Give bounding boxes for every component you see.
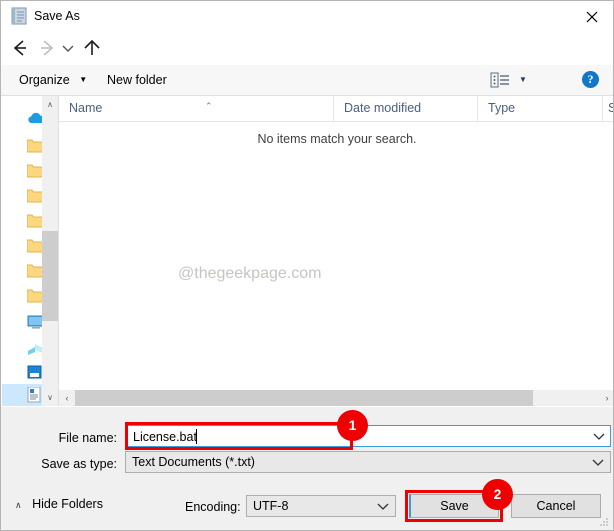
help-button[interactable]: ? [582, 71, 599, 88]
new-folder-label: New folder [107, 73, 167, 87]
folder-icon [26, 239, 42, 256]
chevron-up-icon: ∧ [15, 500, 22, 510]
up-arrow-icon[interactable] [79, 35, 105, 61]
horizontal-scrollbar-thumb[interactable] [75, 390, 533, 406]
sidebar-item-folder-2[interactable] [2, 161, 42, 183]
encoding-value: UTF-8 [253, 499, 289, 513]
hide-folders-button[interactable]: ∧ Hide Folders [15, 497, 103, 515]
save-button[interactable]: Save [409, 494, 499, 518]
encoding-label: Encoding: [185, 500, 241, 514]
sort-ascending-icon: ⌃ [205, 101, 213, 111]
monitor-icon [27, 315, 42, 333]
scroll-up-arrow-icon[interactable]: ∧ [42, 96, 58, 113]
file-name-field[interactable] [125, 425, 611, 448]
sidebar-item-this-pc[interactable] [2, 312, 42, 334]
window-title: Save As [34, 9, 80, 23]
hide-folders-label: Hide Folders [32, 497, 103, 511]
network-icon [27, 342, 42, 359]
sidebar-item-folder-5[interactable] [2, 236, 42, 258]
column-header-type[interactable]: Type [477, 96, 602, 121]
file-name-input[interactable] [131, 426, 575, 448]
navigation-pane [2, 96, 42, 406]
encoding-chevron-down-icon[interactable] [373, 496, 393, 516]
navigation-bar: « Documents › Test [1, 31, 613, 91]
folder-icon [26, 139, 42, 156]
sidebar-item-folder-1[interactable] [2, 136, 42, 158]
save-as-type-label: Save as type: [41, 457, 117, 471]
sidebar-item-onedrive[interactable] [2, 108, 42, 130]
file-name-label: File name: [58, 431, 117, 445]
resize-grip[interactable] [598, 516, 610, 528]
column-header-row: Name ⌃ Date modified Type Size [59, 96, 613, 122]
toolbar: Organize ▼ New folder ▼ ? [1, 65, 613, 96]
sidebar-item-documents[interactable] [2, 384, 42, 406]
back-arrow-icon[interactable] [7, 35, 33, 61]
file-list-pane: Name ⌃ Date modified Type Size No items … [58, 96, 613, 406]
folder-icon [26, 264, 42, 281]
chevron-down-icon: ▼ [79, 75, 88, 84]
sidebar-item-folder-7[interactable] [2, 286, 42, 308]
forward-arrow-icon[interactable] [34, 35, 60, 61]
folder-icon [26, 189, 42, 206]
document-icon [27, 386, 41, 406]
sidebar-item-folder-3[interactable] [2, 186, 42, 208]
folder-icon [26, 164, 42, 181]
sidebar-item-local-disk[interactable] [2, 362, 42, 384]
save-as-dialog: Save As Search Test Organize ▼ New folde… [0, 0, 614, 531]
scroll-left-arrow-icon[interactable]: ‹ [59, 390, 75, 406]
sidebar-item-folder-6[interactable] [2, 261, 42, 283]
empty-list-message: No items match your search. [257, 132, 417, 146]
encoding-dropdown[interactable]: UTF-8 [246, 495, 396, 517]
folder-icon [26, 214, 42, 231]
cloud-icon [27, 111, 42, 128]
file-list-horizontal-scrollbar[interactable]: ‹ › [59, 390, 613, 406]
save-as-type-value: Text Documents (*.txt) [132, 455, 255, 469]
sidebar-item-folder-4[interactable] [2, 211, 42, 233]
column-header-size[interactable]: Size [602, 96, 613, 121]
sidebar-scrollbar[interactable]: ∧ ∨ [42, 96, 58, 406]
scrollbar-thumb[interactable] [42, 231, 58, 321]
sidebar-item-network[interactable] [2, 339, 42, 361]
column-header-date-modified[interactable]: Date modified [333, 96, 477, 121]
watermark: @thegeekpage.com [178, 265, 322, 282]
view-details-icon[interactable] [488, 70, 512, 90]
save-as-type-dropdown[interactable]: Text Documents (*.txt) [125, 451, 611, 473]
text-cursor [196, 429, 197, 444]
file-name-chevron-down-icon[interactable] [588, 426, 610, 446]
organize-label: Organize [19, 73, 70, 87]
column-header-name[interactable]: Name ⌃ [59, 96, 333, 121]
disk-icon [27, 365, 42, 382]
close-icon[interactable] [569, 1, 613, 31]
new-folder-button[interactable]: New folder [101, 69, 173, 91]
folder-icon [26, 289, 42, 306]
title-bar: Save As [1, 1, 613, 31]
save-as-type-chevron-down-icon[interactable] [588, 452, 608, 472]
scroll-down-arrow-icon[interactable]: ∨ [42, 389, 58, 406]
scroll-right-arrow-icon[interactable]: › [599, 390, 613, 406]
notepad-icon [11, 7, 28, 25]
organize-button[interactable]: Organize ▼ [13, 69, 93, 91]
recent-locations-chevron-down-icon[interactable] [59, 35, 77, 61]
view-chevron-down-icon[interactable]: ▼ [515, 70, 531, 90]
cancel-button[interactable]: Cancel [511, 494, 601, 518]
